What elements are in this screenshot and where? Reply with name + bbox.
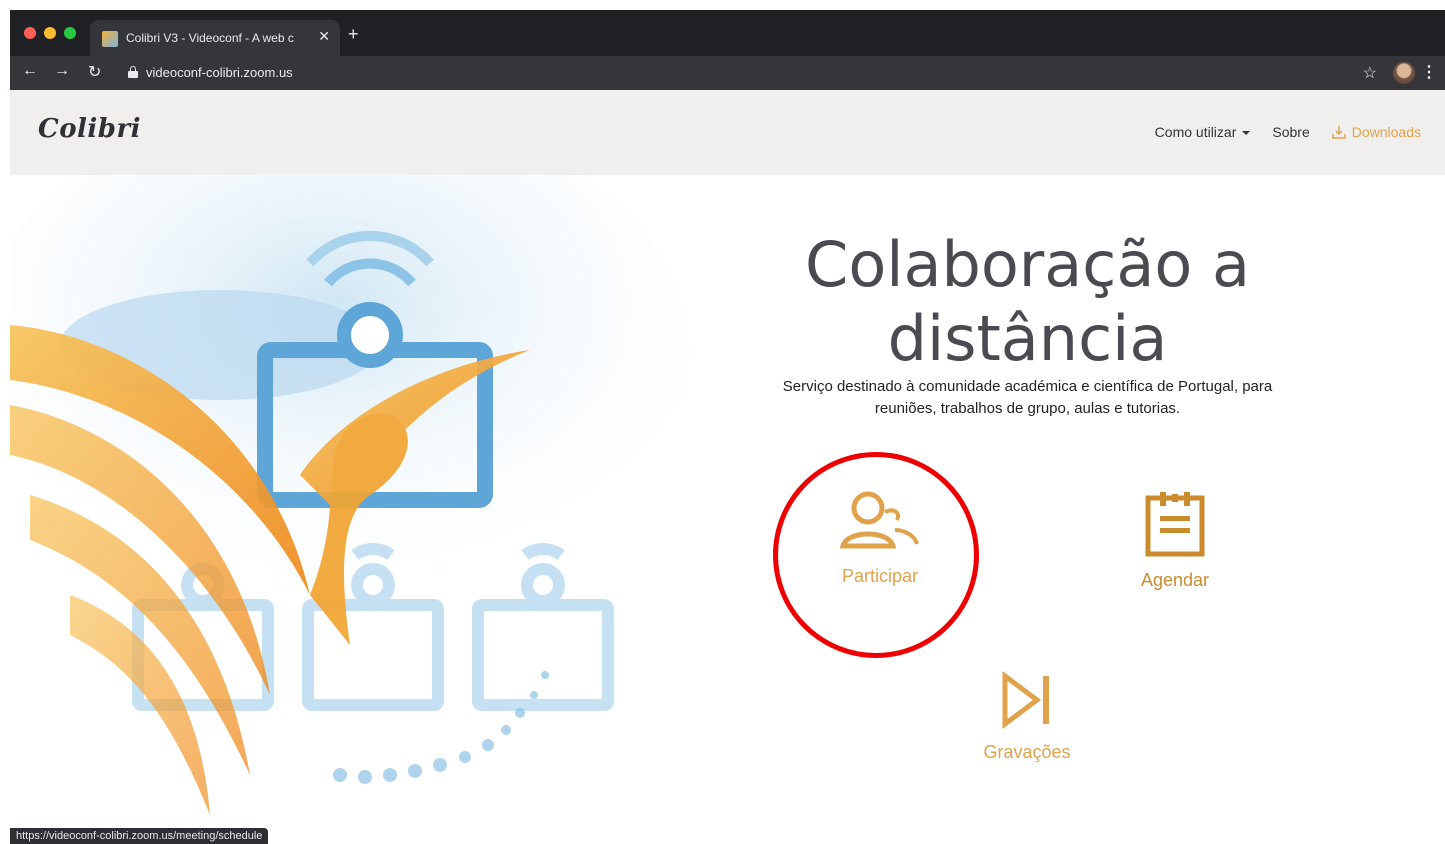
nav-downloads-label: Downloads (1351, 124, 1421, 140)
browser-chrome: Colibri V3 - Videoconf - A web c ✕ + ← →… (10, 10, 1445, 90)
caret-down-icon (1242, 131, 1251, 136)
bookmark-star-icon[interactable]: ☆ (1363, 63, 1377, 83)
skip-forward-icon (1002, 671, 1049, 729)
agendar-label: Agendar (1140, 570, 1210, 590)
address-bar[interactable]: videoconf-colibri.zoom.us (146, 65, 293, 80)
new-tab-button[interactable]: + (348, 24, 359, 45)
favicon-icon (102, 31, 118, 47)
clipboard-icon (1145, 492, 1205, 557)
nav-como-utilizar[interactable]: Como utilizar (1155, 124, 1251, 140)
back-arrow-icon[interactable]: ← (22, 62, 38, 80)
minimize-window-button[interactable] (44, 27, 56, 39)
hero-title-line1: Colaboração a (805, 228, 1250, 301)
highlight-circle (773, 452, 979, 658)
nav-menu: Como utilizar Sobre Downloads (1155, 124, 1421, 140)
hero-subtitle-line1: Serviço destinado à comunidade académica… (782, 378, 1273, 395)
forward-arrow-icon[interactable]: → (54, 62, 70, 80)
tab-close-icon[interactable]: ✕ (318, 28, 330, 45)
tab-strip: Colibri V3 - Videoconf - A web c ✕ + (10, 10, 1445, 56)
gravacoes-label: Gravações (983, 742, 1071, 762)
browser-menu-icon[interactable]: ⋮ (1421, 62, 1437, 82)
site-navbar: Colibri Como utilizar Sobre Downloads (10, 90, 1445, 175)
hero-title-line2: distância (887, 302, 1168, 375)
close-window-button[interactable] (24, 27, 36, 39)
lock-icon (128, 66, 138, 78)
status-bar-url: https://videoconf-colibri.zoom.us/meetin… (10, 828, 269, 844)
hero-title: Colaboração a distância (650, 228, 1405, 376)
browser-toolbar: ← → ↻ videoconf-colibri.zoom.us ☆ ⋮ (10, 56, 1445, 90)
nav-downloads[interactable]: Downloads (1332, 124, 1421, 140)
web-page: Colibri Como utilizar Sobre Downloads Co… (10, 90, 1445, 844)
site-logo[interactable]: Colibri (38, 114, 141, 144)
agendar-button[interactable]: Agendar (1095, 490, 1255, 591)
profile-avatar[interactable] (1393, 62, 1415, 84)
maximize-window-button[interactable] (64, 27, 76, 39)
tab-title: Colibri V3 - Videoconf - A web c (126, 31, 294, 45)
nav-como-utilizar-label: Como utilizar (1154, 124, 1237, 140)
browser-tab[interactable]: Colibri V3 - Videoconf - A web c ✕ (90, 20, 340, 56)
hero-subtitle-line2: reuniões, trabalhos de grupo, aulas e tu… (874, 400, 1181, 417)
hero-subtitle: Serviço destinado à comunidade académica… (750, 376, 1305, 420)
gravacoes-button[interactable]: Gravações (947, 670, 1107, 763)
nav-sobre[interactable]: Sobre (1272, 124, 1309, 140)
reload-icon[interactable]: ↻ (88, 62, 101, 82)
download-icon (1332, 126, 1346, 139)
